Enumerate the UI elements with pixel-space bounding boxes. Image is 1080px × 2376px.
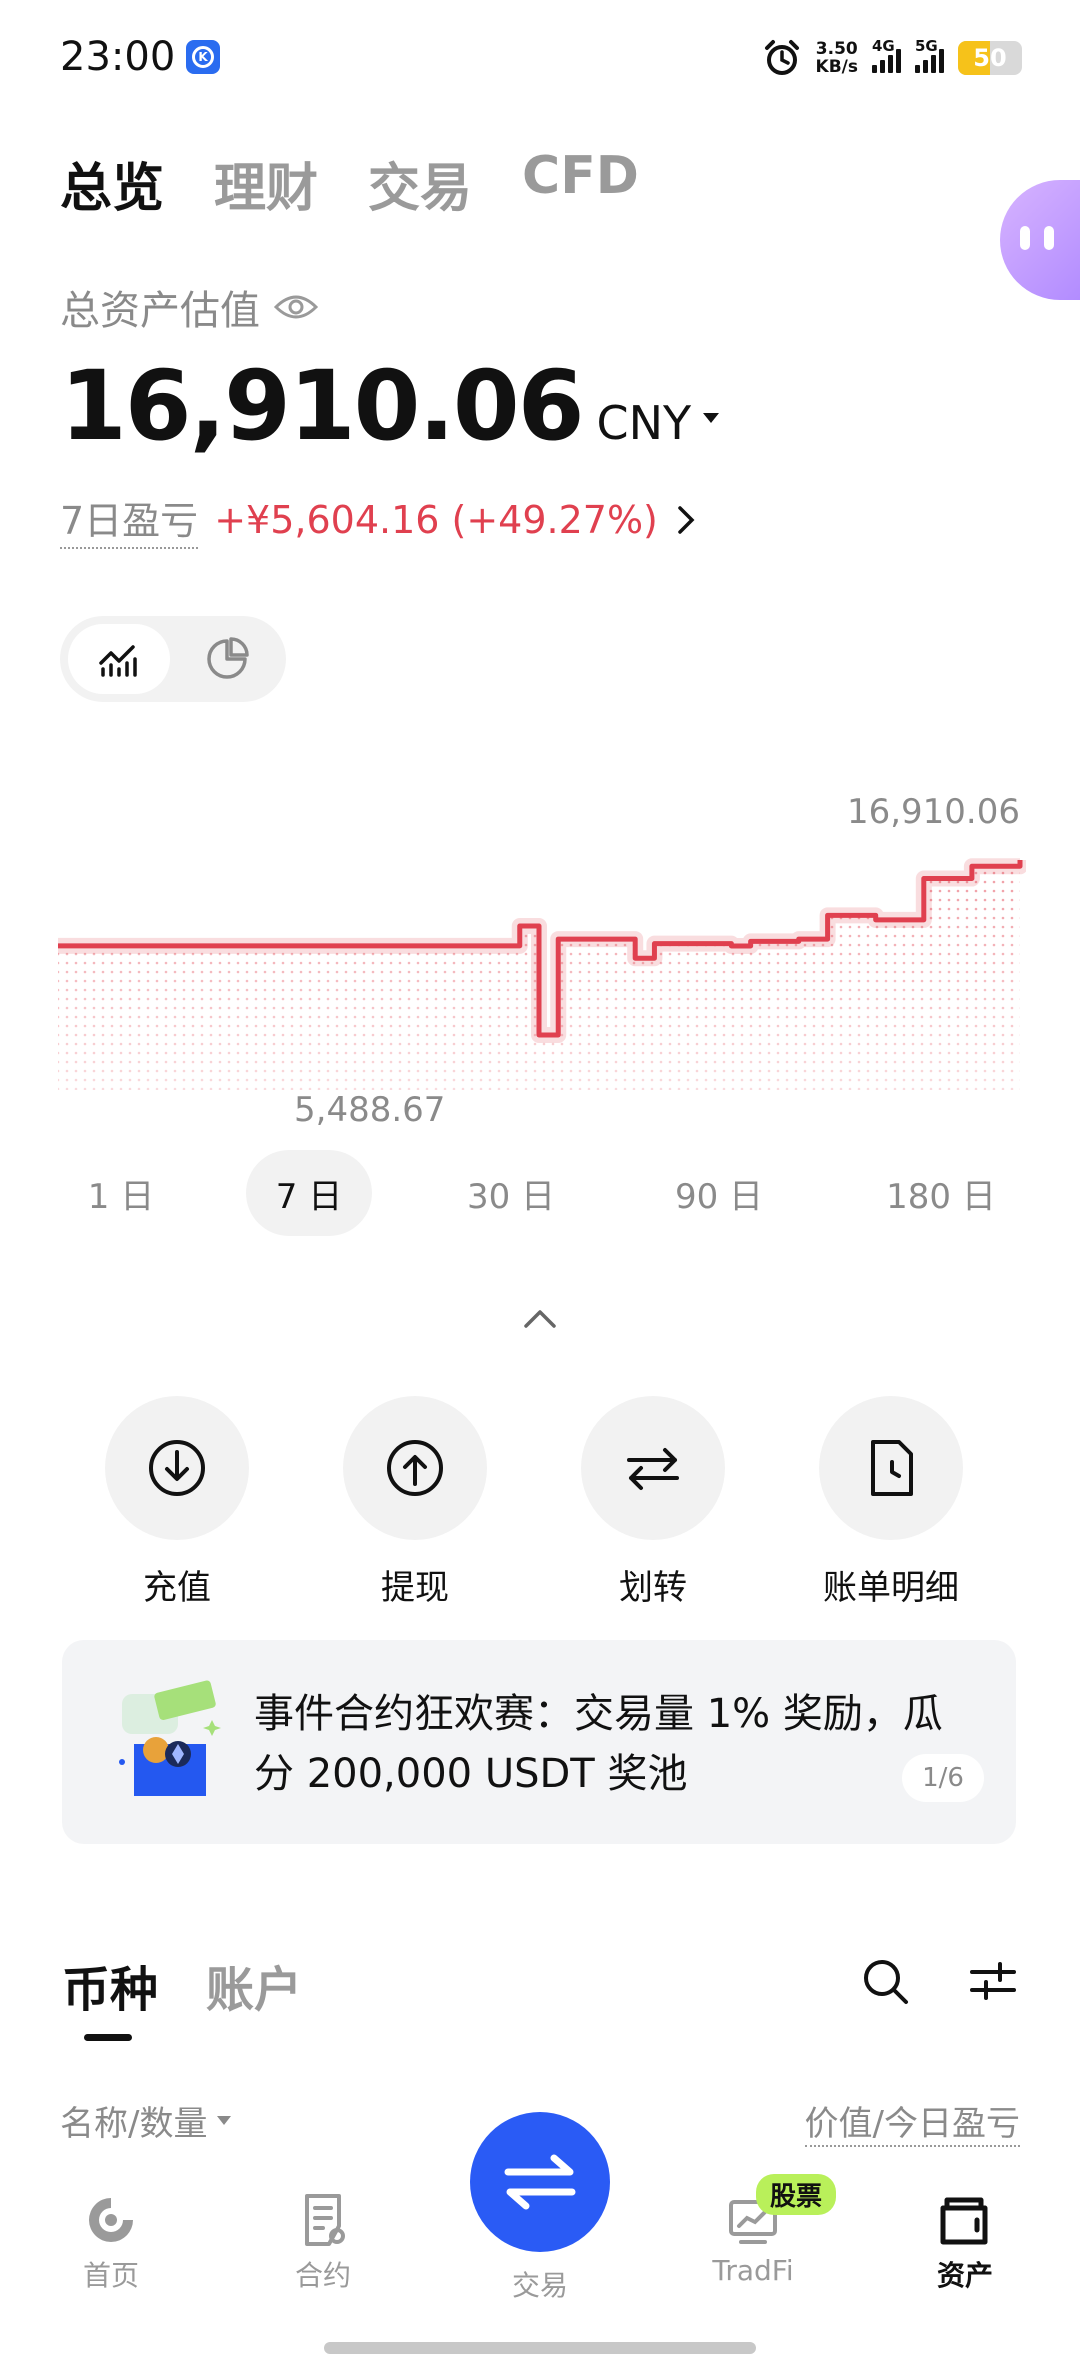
name-qty-header: 名称/数量	[60, 2104, 208, 2144]
sim2-signal-icon: 5G	[915, 37, 944, 73]
stocks-badge: 股票	[756, 2174, 837, 2215]
eye-icon[interactable]	[274, 292, 318, 322]
pie-chart-view-button[interactable]	[176, 624, 278, 694]
filter-settings-icon[interactable]	[968, 1956, 1018, 2006]
line-chart-view-button[interactable]	[68, 624, 170, 694]
pnl-row[interactable]: 7日盈亏 +¥5,604.16 (+49.27%)	[60, 490, 696, 549]
total-asset-label-row: 总资产估值	[60, 278, 318, 336]
promo-banner[interactable]: 事件合约狂欢赛：交易量 1% 奖励，瓜分 200,000 USDT 奖池 1/6	[62, 1640, 1016, 1844]
battery-icon: 50	[958, 41, 1022, 75]
sort-down-icon	[217, 2116, 232, 2125]
nav-contract-label: 合约	[294, 2259, 351, 2292]
sim1-signal-icon: 4G	[872, 37, 901, 73]
deposit-label: 充值	[143, 1568, 211, 1608]
deposit-button[interactable]: 充值	[82, 1396, 272, 1609]
withdraw-icon	[387, 1440, 443, 1496]
nav-contract[interactable]: 合约	[248, 2192, 398, 2294]
transfer-button[interactable]: 划转	[558, 1396, 748, 1609]
chart-view-toggle	[60, 616, 286, 702]
line-chart-icon	[99, 645, 137, 677]
sort-by-name[interactable]: 名称/数量	[60, 2096, 232, 2145]
nav-assets-label: 资产	[936, 2259, 993, 2292]
tab-trade[interactable]: 交易	[368, 146, 472, 221]
nav-tradfi-label: TradFi	[712, 2254, 794, 2287]
transfer-label: 划转	[619, 1568, 687, 1608]
status-bar: 23:00 K 3.50 KB/s 4G 5G 50	[0, 0, 1080, 120]
total-asset-value: 16,910.06 CNY	[60, 350, 720, 462]
tab-overview[interactable]: 总览	[60, 146, 164, 221]
range-90d[interactable]: 90 日	[654, 1150, 784, 1236]
assistant-bot-button[interactable]	[1000, 180, 1080, 300]
search-icon[interactable]	[860, 1956, 910, 2006]
alarm-icon	[764, 40, 799, 75]
quick-actions: 充值 提现 划转 账单明细	[60, 1396, 1020, 1616]
network-speed: 3.50 KB/s	[815, 39, 858, 77]
home-indicator	[324, 2342, 756, 2354]
top-tabs: 总览 理财 交易 CFD	[60, 146, 639, 221]
list-tools	[860, 1956, 1018, 2006]
range-1d[interactable]: 1 日	[56, 1150, 186, 1236]
total-asset-label: 总资产估值	[60, 288, 260, 334]
tab-cfd[interactable]: CFD	[522, 146, 639, 221]
range-30d[interactable]: 30 日	[446, 1150, 576, 1236]
trade-icon	[504, 2154, 576, 2210]
currency-selector[interactable]: CNY	[597, 396, 692, 450]
contract-icon	[305, 2194, 345, 2246]
asset-line-chart[interactable]	[56, 790, 1026, 1120]
asset-sub-tabs: 币种 账户	[62, 1950, 302, 2041]
promo-text: 事件合约狂欢赛：交易量 1% 奖励，瓜分 200,000 USDT 奖池	[254, 1691, 943, 1797]
nav-trade-label: 交易	[511, 2269, 568, 2302]
nav-home-label: 首页	[82, 2259, 139, 2292]
pnl-value: +¥5,604.16 (+49.27%)	[214, 497, 658, 542]
range-7d[interactable]: 7 日	[246, 1150, 372, 1236]
range-180d[interactable]: 180 日	[866, 1150, 1016, 1236]
withdraw-label: 提现	[381, 1568, 449, 1608]
promo-gift-icon	[119, 1680, 221, 1796]
nav-assets[interactable]: 资产	[890, 2192, 1040, 2294]
tab-finance[interactable]: 理财	[214, 146, 318, 221]
nav-trade-button[interactable]	[470, 2112, 610, 2252]
range-selector: 1 日 7 日 30 日 90 日 180 日	[56, 1150, 1026, 1236]
bill-details-label: 账单明细	[823, 1568, 959, 1608]
withdraw-button[interactable]: 提现	[320, 1396, 510, 1609]
pnl-label: 7日盈亏	[60, 490, 199, 549]
home-icon	[89, 2198, 133, 2242]
exchange-app-icon: K	[186, 40, 220, 74]
nav-home[interactable]: 首页	[36, 2192, 186, 2294]
assets-icon	[940, 2197, 988, 2245]
banner-pager: 1/6	[902, 1754, 984, 1802]
bill-icon	[871, 1440, 913, 1496]
bill-details-button[interactable]: 账单明细	[796, 1396, 986, 1609]
status-time: 23:00	[60, 34, 176, 80]
chart-min-label: 5,488.67	[294, 1090, 446, 1130]
transfer-icon	[627, 1448, 679, 1490]
chevron-up-icon[interactable]	[522, 1306, 558, 1330]
chevron-right-icon	[678, 505, 695, 534]
tab-coins[interactable]: 币种	[62, 1950, 158, 2041]
tab-accounts[interactable]: 账户	[206, 1950, 302, 2020]
deposit-icon	[149, 1440, 205, 1496]
caret-down-icon[interactable]	[703, 413, 720, 423]
pie-chart-icon	[207, 637, 249, 679]
asset-amount: 16,910.06	[60, 350, 585, 462]
